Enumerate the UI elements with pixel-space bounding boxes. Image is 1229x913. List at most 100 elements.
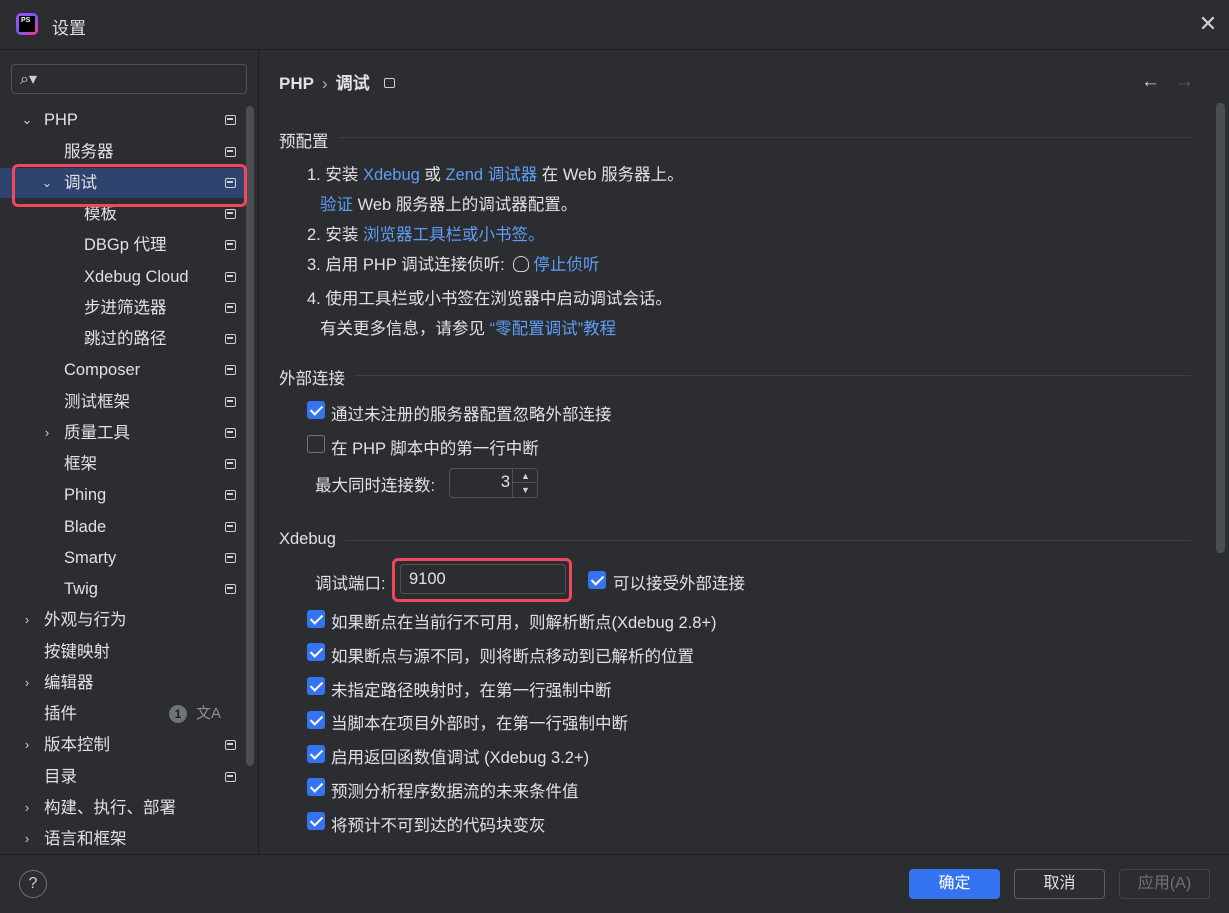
sidebar-item-languages[interactable]: › 语言和框架	[0, 824, 246, 854]
xdebug-link[interactable]: Xdebug	[363, 166, 420, 184]
chevron-right-icon[interactable]: ›	[20, 730, 34, 760]
sidebar-item-label: PHP	[44, 111, 78, 129]
sidebar-item-composer[interactable]: Composer	[0, 355, 246, 385]
gray-unreachable-checkbox[interactable]	[307, 812, 325, 830]
force-break-outside-project-checkbox[interactable]	[307, 711, 325, 729]
accept-external-checkbox[interactable]	[588, 571, 606, 589]
project-settings-icon	[225, 772, 236, 782]
breadcrumb-current: 调试	[335, 74, 370, 93]
sidebar-item-frameworks[interactable]: 框架	[0, 449, 246, 479]
max-connections-value[interactable]: 3	[450, 473, 510, 492]
sidebar-item-skipped-paths[interactable]: 跳过的路径	[0, 324, 246, 354]
chevron-down-icon[interactable]: ⌄	[20, 105, 34, 135]
sidebar-item-plugins[interactable]: 插件 1 文A	[0, 699, 246, 729]
sidebar-item-blade[interactable]: Blade	[0, 512, 246, 542]
sidebar-item-editor[interactable]: › 编辑器	[0, 668, 246, 698]
preconfig-step1-validate: 验证 Web 服务器上的调试器配置。	[320, 191, 577, 215]
predict-data-flow-checkbox[interactable]	[307, 778, 325, 796]
debug-port-input[interactable]	[409, 569, 559, 589]
close-icon[interactable]: ✕	[1196, 12, 1220, 36]
sidebar-item-debug[interactable]: ⌄ 调试	[0, 168, 246, 198]
sidebar-item-keymap[interactable]: 按键映射	[0, 637, 246, 667]
sidebar-item-step-filters[interactable]: 步进筛选器	[0, 293, 246, 323]
project-settings-icon	[225, 209, 236, 219]
update-count-badge: 1	[169, 705, 187, 723]
search-box[interactable]: ⌕▾	[11, 64, 247, 94]
sidebar-item-templates[interactable]: 模板	[0, 199, 246, 229]
chevron-right-icon[interactable]: ›	[20, 605, 34, 635]
spinner-up-icon[interactable]: ▲	[513, 469, 538, 483]
sidebar-item-build[interactable]: › 构建、执行、部署	[0, 793, 246, 823]
sidebar-item-smarty[interactable]: Smarty	[0, 543, 246, 573]
preconfig-step2: 2. 安装 浏览器工具栏或小书签。	[307, 221, 544, 245]
move-breakpoint-checkbox[interactable]	[307, 643, 325, 661]
sidebar-item-label: 版本控制	[44, 736, 110, 754]
sidebar-item-test-frameworks[interactable]: 测试框架	[0, 387, 246, 417]
validate-link[interactable]: 验证	[320, 196, 353, 214]
sidebar-item-xdebug-cloud[interactable]: Xdebug Cloud	[0, 262, 246, 292]
force-break-no-mapping-label: 未指定路径映射时，在第一行强制中断	[331, 682, 612, 700]
apply-button[interactable]: 应用(A)	[1119, 869, 1210, 899]
sidebar-item-servers[interactable]: 服务器	[0, 137, 246, 167]
break-first-line-checkbox[interactable]	[307, 435, 325, 453]
window-title: 设置	[52, 19, 86, 38]
sidebar-item-label: Blade	[64, 518, 107, 536]
project-settings-icon	[225, 365, 236, 375]
section-title-preconfig: 预配置	[279, 133, 329, 151]
stop-listening-link[interactable]: 停止侦听	[533, 256, 599, 274]
sidebar-item-quality-tools[interactable]: › 质量工具	[0, 418, 246, 448]
search-icon: ⌕▾	[20, 71, 37, 88]
accept-external-label: 可以接受外部连接	[613, 575, 745, 593]
debug-port-field[interactable]	[400, 564, 566, 594]
max-connections-spinner[interactable]: 3 ▲ ▼	[449, 468, 538, 498]
max-connections-label: 最大同时连接数:	[315, 477, 436, 495]
chevron-down-icon[interactable]: ⌄	[40, 168, 54, 198]
bookmarklets-link[interactable]: 浏览器工具栏或小书签。	[363, 226, 545, 244]
ignore-unregistered-checkbox[interactable]	[307, 401, 325, 419]
translate-icon: 文A	[196, 705, 222, 722]
ok-button[interactable]: 确定	[909, 869, 1000, 899]
sidebar-item-phing[interactable]: Phing	[0, 480, 246, 510]
step2-prefix: 2. 安装	[307, 226, 363, 244]
breadcrumb-separator: ›	[321, 74, 328, 93]
step1-prefix: 1. 安装	[307, 166, 363, 184]
chevron-right-icon[interactable]: ›	[20, 668, 34, 698]
project-settings-icon	[225, 115, 236, 125]
settings-content: PHP › 调试 ← → 预配置 1. 安装 Xdebug 或 Zend 调试器 在…	[259, 51, 1229, 854]
title-bar: PS 设置 ✕	[0, 0, 1229, 50]
sidebar-item-label: 跳过的路径	[84, 330, 167, 348]
sidebar-item-appearance[interactable]: › 外观与行为	[0, 605, 246, 635]
sidebar-item-label: 质量工具	[64, 424, 130, 442]
sidebar-item-dbgp-proxy[interactable]: DBGp 代理	[0, 230, 246, 260]
project-settings-icon	[225, 178, 236, 188]
return-value-debug-checkbox[interactable]	[307, 745, 325, 763]
back-arrow-icon[interactable]: ←	[1141, 71, 1160, 93]
sidebar-item-label: 目录	[44, 768, 77, 786]
sidebar-item-php[interactable]: ⌄ PHP	[0, 105, 246, 135]
forward-arrow-icon[interactable]: →	[1175, 71, 1194, 93]
force-break-no-mapping-checkbox[interactable]	[307, 677, 325, 695]
breadcrumb-root[interactable]: PHP	[279, 74, 314, 93]
debug-port-label: 调试端口:	[315, 575, 386, 593]
chevron-right-icon[interactable]: ›	[20, 793, 34, 823]
zero-config-tutorial-link[interactable]: “零配置调试”教程	[490, 320, 617, 338]
content-scrollbar[interactable]	[1216, 103, 1225, 553]
project-settings-icon	[225, 240, 236, 250]
ignore-unregistered-label: 通过未注册的服务器配置忽略外部连接	[331, 406, 612, 424]
help-icon[interactable]: ?	[19, 870, 47, 898]
sidebar-item-twig[interactable]: Twig	[0, 574, 246, 604]
search-input[interactable]	[50, 69, 240, 89]
chevron-right-icon[interactable]: ›	[40, 418, 54, 448]
chevron-right-icon[interactable]: ›	[20, 824, 34, 854]
sidebar-item-directories[interactable]: 目录	[0, 762, 246, 792]
predict-data-flow-label: 预测分析程序数据流的未来条件值	[331, 783, 579, 801]
spinner-down-icon[interactable]: ▼	[513, 483, 538, 497]
preconfig-more-info: 有关更多信息，请参见 “零配置调试”教程	[320, 315, 616, 339]
zend-debugger-link[interactable]: Zend 调试器	[446, 166, 538, 184]
cancel-button[interactable]: 取消	[1014, 869, 1105, 899]
project-settings-icon	[225, 303, 236, 313]
resolve-breakpoint-checkbox[interactable]	[307, 610, 325, 628]
sidebar-scrollbar[interactable]	[246, 106, 254, 766]
resolve-breakpoint-label: 如果断点在当前行不可用，则解析断点(Xdebug 2.8+)	[331, 614, 717, 632]
sidebar-item-version-control[interactable]: › 版本控制	[0, 730, 246, 760]
